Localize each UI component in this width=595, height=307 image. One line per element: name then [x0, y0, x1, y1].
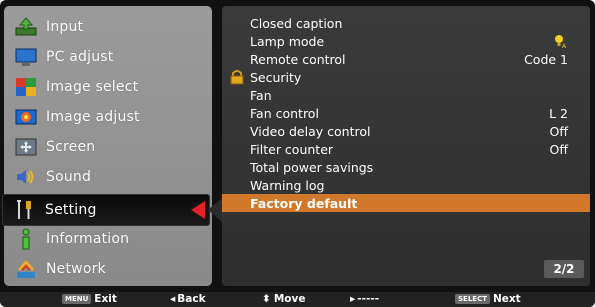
exit-hint: MENU Exit: [62, 293, 117, 305]
menu-item-label: Sound: [46, 169, 92, 185]
setting-label: Lamp mode: [250, 33, 325, 49]
menu-item-label: Screen: [46, 139, 96, 155]
setting-label: Security: [250, 69, 302, 85]
next-arrow-hint: ▸ -----: [350, 293, 379, 305]
setting-label: Total power savings: [250, 159, 374, 175]
page-indicator: 2/2: [544, 260, 584, 278]
select-key-chip: SELECT: [455, 294, 490, 304]
right-arrow-icon: ▸: [350, 293, 356, 305]
menu-item-image-select[interactable]: Image select: [4, 72, 212, 102]
setting-row-filter-counter[interactable]: Filter counter Off: [222, 140, 590, 158]
setting-row-warning-log[interactable]: Warning log: [222, 176, 590, 194]
menu-item-screen[interactable]: Screen: [4, 132, 212, 162]
setting-row-video-delay-control[interactable]: Video delay control Off: [222, 122, 590, 140]
setting-row-fan-control[interactable]: Fan control L 2: [222, 104, 590, 122]
setting-row-factory-default[interactable]: Factory default: [222, 194, 590, 212]
setting-label: Warning log: [250, 177, 325, 193]
setting-value: L 2: [549, 105, 568, 121]
setting-row-remote-control[interactable]: Remote control Code 1: [222, 50, 590, 68]
setting-submenu-panel: Closed caption Lamp mode A Remote contro…: [222, 6, 590, 286]
setting-row-closed-caption[interactable]: Closed caption: [222, 14, 590, 32]
setting-label: Filter counter: [250, 141, 334, 157]
menu-item-information[interactable]: Information: [4, 224, 212, 254]
bottom-hint-bar: MENU Exit ◂ Back ⬍ Move ▸ ----- SELECT N…: [0, 292, 595, 307]
up-down-arrow-icon: ⬍: [262, 293, 271, 305]
exit-label: Exit: [94, 293, 117, 305]
back-hint: ◂ Back: [170, 293, 206, 305]
setting-row-lamp-mode[interactable]: Lamp mode A: [222, 32, 590, 51]
menu-item-image-adjust[interactable]: Image adjust: [4, 102, 212, 132]
menu-item-pc-adjust[interactable]: PC adjust: [4, 42, 212, 72]
dash-label: -----: [357, 293, 380, 305]
projector-osd-frame: Input PC adjust Image select Image adjus…: [0, 0, 595, 307]
menu-item-label: PC adjust: [46, 49, 114, 65]
setting-value: Off: [549, 141, 568, 157]
svg-text:A: A: [562, 43, 567, 49]
menu-item-sound[interactable]: Sound: [4, 162, 212, 192]
setting-value: Code 1: [524, 51, 568, 67]
setting-label: Factory default: [250, 195, 358, 211]
select-hint: SELECT Next: [455, 293, 521, 305]
submenu-pointer-icon: [208, 198, 222, 222]
setting-value: Off: [549, 123, 568, 139]
menu-item-label: Input: [46, 19, 84, 35]
pc-adjust-icon: [14, 46, 38, 68]
left-arrow-icon: ◂: [170, 293, 176, 305]
setting-row-total-power-savings[interactable]: Total power savings: [222, 158, 590, 176]
main-menu-panel: Input PC adjust Image select Image adjus…: [2, 6, 212, 286]
move-label: Move: [273, 293, 306, 305]
image-adjust-icon: [14, 106, 38, 128]
selected-arrow-icon: [191, 201, 205, 219]
menu-key-chip: MENU: [62, 294, 92, 304]
menu-item-label: Network: [46, 261, 106, 277]
menu-item-network[interactable]: Network: [4, 254, 212, 284]
move-hint: ⬍ Move: [262, 293, 305, 305]
sound-icon: [14, 166, 38, 188]
menu-item-input[interactable]: Input: [4, 12, 212, 42]
setting-icon: [13, 199, 37, 221]
information-icon: [14, 228, 38, 250]
input-icon: [14, 16, 38, 38]
setting-label: Closed caption: [250, 15, 343, 31]
menu-item-setting[interactable]: Setting: [2, 194, 210, 226]
menu-item-label: Image select: [46, 79, 139, 95]
menu-item-label: Image adjust: [46, 109, 140, 125]
setting-label: Fan control: [250, 105, 319, 121]
network-icon: [14, 258, 38, 280]
back-label: Back: [177, 293, 206, 305]
next-label: Next: [492, 293, 521, 305]
image-select-icon: [14, 76, 38, 98]
menu-item-label: Setting: [45, 202, 97, 218]
setting-label: Video delay control: [250, 123, 371, 139]
screen-icon: [14, 136, 38, 158]
setting-label: Fan: [250, 87, 272, 103]
setting-label: Remote control: [250, 51, 346, 67]
menu-item-label: Information: [46, 231, 130, 247]
setting-row-fan[interactable]: Fan: [222, 86, 590, 104]
setting-row-security[interactable]: Security: [222, 68, 590, 86]
